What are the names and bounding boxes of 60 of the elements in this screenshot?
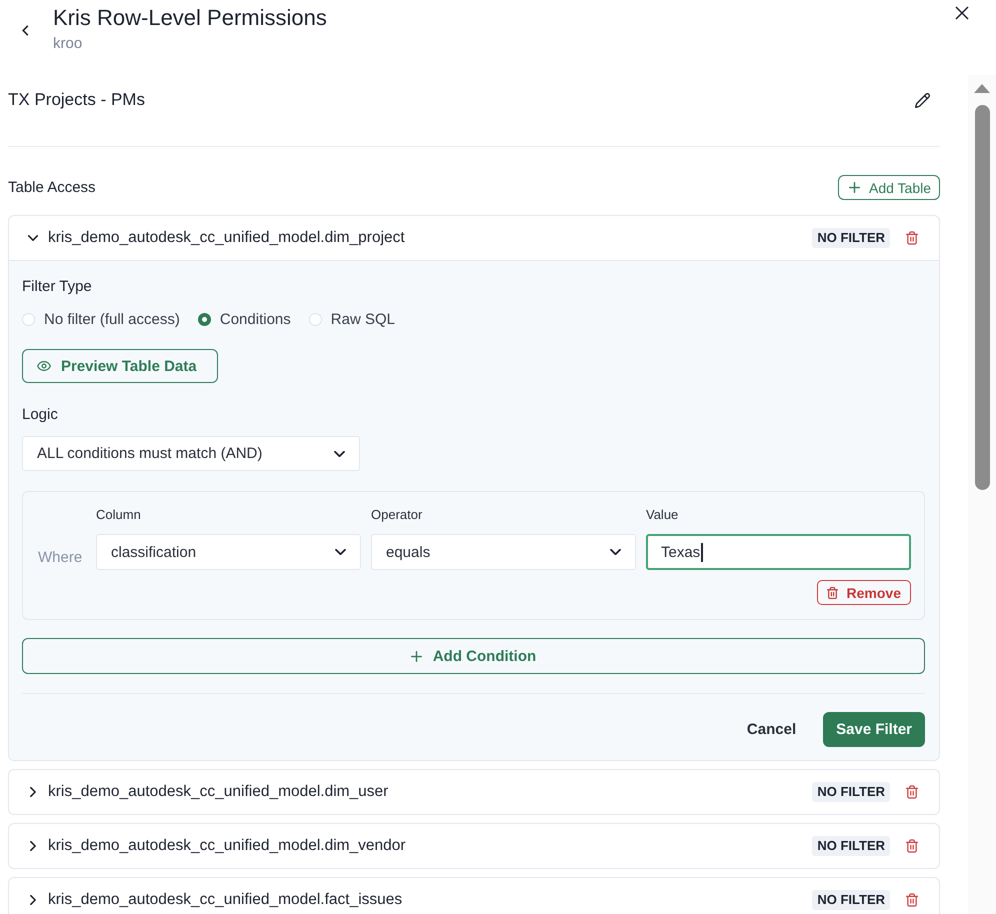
remove-button[interactable]: Remove — [816, 580, 911, 605]
trash-icon — [906, 893, 918, 907]
field-label: Logic — [22, 405, 59, 425]
delete-button[interactable] — [906, 231, 918, 245]
operator-dropdown[interactable]: equals — [371, 534, 636, 570]
role-name: TX Projects - PMs — [8, 90, 145, 110]
add-condition-button[interactable]: Add Condition — [22, 638, 925, 674]
page-subtitle: kroo — [53, 35, 84, 53]
table-name[interactable]: kris_demo_autodesk_cc_unified_model.dim_project — [48, 229, 405, 247]
chevron-right-icon[interactable] — [30, 895, 36, 905]
value-label: Value — [646, 507, 680, 523]
pencil-icon — [915, 92, 930, 108]
section-heading: Table Access — [8, 179, 96, 196]
chevron-down-icon — [610, 549, 621, 555]
close-icon — [955, 6, 969, 20]
chevron-left-icon — [22, 25, 29, 36]
edit-button[interactable] — [915, 92, 930, 108]
filter-status-badge: NO FILTER — [812, 890, 890, 910]
plus-icon — [410, 650, 422, 662]
chevron-right-icon[interactable] — [30, 787, 36, 797]
add-table-button[interactable]: Add Table — [838, 175, 940, 200]
text-cursor-icon — [701, 542, 704, 562]
delete-button[interactable] — [906, 839, 918, 853]
filter-status-badge: NO FILTER — [812, 228, 890, 248]
column-label: Column — [96, 507, 142, 523]
trash-icon — [906, 231, 918, 245]
trash-icon — [906, 839, 918, 853]
save-filter-button[interactable]: Save Filter — [823, 712, 925, 747]
filter-status-badge: NO FILTER — [812, 782, 890, 802]
column-dropdown[interactable]: classification — [96, 534, 361, 570]
table-name[interactable]: kris_demo_autodesk_cc_unified_model.dim_vendor — [48, 837, 406, 855]
trash-icon — [826, 586, 838, 598]
radio-label[interactable]: Raw SQL — [330, 310, 395, 328]
scrollbar-thumb[interactable] — [974, 105, 990, 490]
cancel-button[interactable]: Cancel — [746, 717, 796, 742]
page-title: Kris Row-Level Permissions — [53, 4, 327, 32]
value-field[interactable]: Texas — [646, 534, 911, 570]
radio-label[interactable]: Conditions — [220, 310, 291, 328]
delete-button[interactable] — [906, 785, 918, 799]
chevron-down-icon[interactable] — [28, 235, 38, 241]
table-name[interactable]: kris_demo_autodesk_cc_unified_model.fact_issues — [48, 891, 402, 909]
chevron-right-icon[interactable] — [30, 841, 36, 851]
operator-label: Operator — [371, 507, 424, 523]
table-name[interactable]: kris_demo_autodesk_cc_unified_model.dim_user — [48, 783, 388, 801]
close-button[interactable] — [955, 6, 969, 20]
scroll-up-arrow-icon[interactable] — [974, 84, 990, 93]
chevron-down-icon — [334, 450, 345, 456]
back-button[interactable] — [22, 25, 29, 36]
radio-label[interactable]: No filter (full access) — [44, 310, 180, 328]
chevron-down-icon — [335, 549, 346, 555]
plus-icon — [848, 182, 860, 193]
field-label: Filter Type — [22, 277, 93, 297]
delete-button[interactable] — [906, 893, 918, 907]
condition-prefix: Where — [38, 548, 84, 566]
eye-icon — [37, 361, 51, 371]
logic-dropdown[interactable]: ALL conditions must match (AND) — [22, 436, 360, 471]
radio-button[interactable] — [198, 312, 211, 326]
trash-icon — [906, 785, 918, 799]
filter-status-badge: NO FILTER — [812, 836, 890, 856]
preview-table-data-button[interactable]: Preview Table Data — [22, 349, 218, 383]
